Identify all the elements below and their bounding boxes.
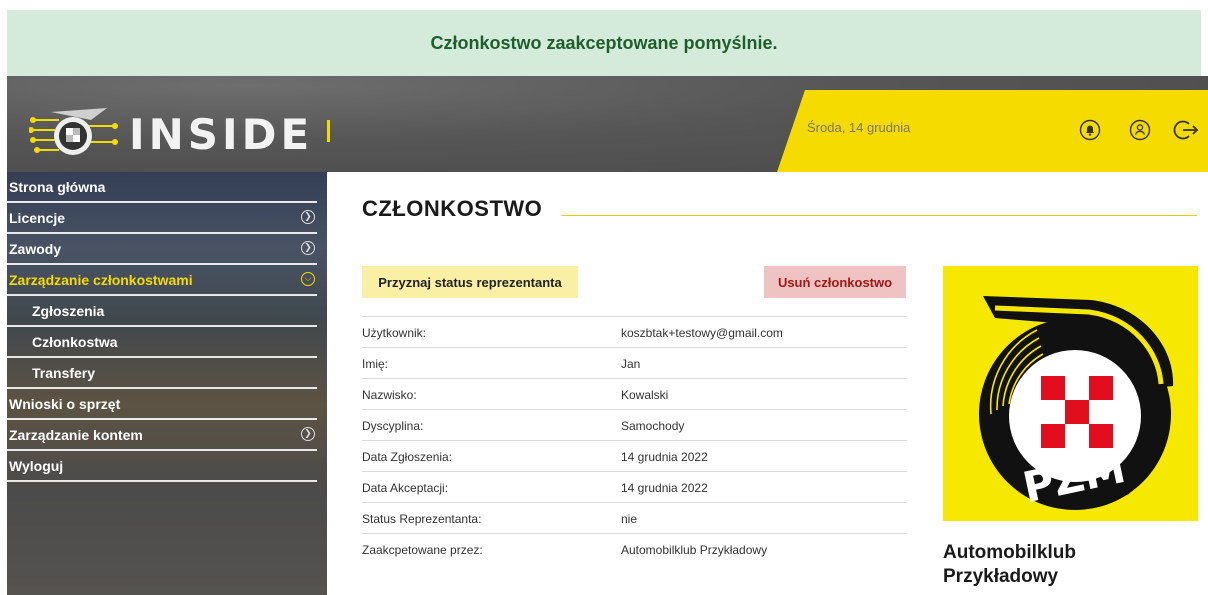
- sidebar-item-label: Wyloguj: [9, 457, 64, 474]
- sidebar-item-label: Wnioski o sprzęt: [9, 395, 121, 412]
- detail-row: Zaakcpetowane przez: Automobilklub Przykł…: [362, 533, 907, 564]
- sidebar-subitem-applications[interactable]: Zgłoszenia: [7, 296, 317, 327]
- detail-row: Data Akceptacji: 14 grudnia 2022: [362, 471, 907, 502]
- logo[interactable]: INSIDE: [29, 106, 313, 162]
- detail-row: Użytkownik: koszbtak+testowy@gmail.com: [362, 316, 907, 347]
- title-underline: [562, 215, 1197, 216]
- pzm-logo-icon: [29, 108, 118, 155]
- sidebar-subitem-memberships[interactable]: Członkostwa: [7, 327, 317, 358]
- club-name-line1: Automobilklub: [943, 542, 1076, 563]
- user-icon[interactable]: [1129, 119, 1151, 141]
- sidebar-item-label: Zgłoszenia: [32, 302, 105, 319]
- detail-row: Data Zgłoszenia: 14 grudnia 2022: [362, 440, 907, 471]
- detail-label: Imię:: [362, 357, 389, 371]
- remove-membership-button[interactable]: Usuń członkostwo: [764, 266, 906, 298]
- membership-details: Użytkownik: koszbtak+testowy@gmail.com Im…: [362, 316, 907, 564]
- detail-value: nie: [621, 512, 638, 526]
- detail-label: Status Reprezentanta:: [362, 512, 482, 526]
- page-title: CZŁONKOSTWO: [362, 196, 543, 221]
- chevron-right-icon: ❯: [301, 210, 315, 224]
- sidebar-item-label: Licencje: [9, 209, 66, 226]
- detail-row: Nazwisko: Kowalski: [362, 378, 907, 409]
- pzm-emblem-icon: PZM: [979, 296, 1174, 512]
- current-date: Środa, 14 grudnia: [807, 120, 911, 135]
- success-alert: Członkostwo zaakceptowane pomyślnie.: [7, 10, 1201, 76]
- chevron-right-icon: ❯: [301, 241, 315, 255]
- detail-value: Automobilklub Przykładowy: [621, 543, 768, 557]
- sidebar-item-home[interactable]: Strona główna: [7, 172, 317, 203]
- sidebar-menu: Strona główna Licencje ❯ Zawody ❯ Zarządza…: [7, 172, 317, 482]
- detail-label: Data Zgłoszenia:: [362, 450, 453, 464]
- logout-icon[interactable]: [1173, 119, 1199, 141]
- detail-label: Użytkownik:: [362, 326, 427, 340]
- sidebar-item-label: Strona główna: [9, 178, 106, 195]
- sidebar-item-membership-management[interactable]: Zarządzanie członkostwami ⌵: [7, 265, 317, 296]
- detail-value: Samochody: [621, 419, 685, 433]
- detail-value: Kowalski: [621, 388, 669, 402]
- detail-label: Dyscyplina:: [362, 419, 424, 433]
- sidebar-item-account-management[interactable]: Zarządzanie kontem ❯: [7, 420, 317, 451]
- logo-divider: [327, 120, 330, 142]
- header: INSIDE Środa, 14 grudnia: [7, 76, 1208, 172]
- detail-value: 14 grudnia 2022: [621, 481, 708, 495]
- detail-value: 14 grudnia 2022: [621, 450, 708, 464]
- alert-message: Członkostwo zaakceptowane pomyślnie.: [430, 32, 778, 53]
- detail-row: Status Reprezentanta: nie: [362, 502, 907, 533]
- bell-icon[interactable]: [1079, 119, 1101, 141]
- detail-label: Zaakcpetowane przez:: [362, 543, 483, 557]
- sidebar-item-label: Zarządzanie kontem: [9, 426, 143, 443]
- chevron-right-icon: ❯: [301, 427, 315, 441]
- sidebar-item-competitions[interactable]: Zawody ❯: [7, 234, 317, 265]
- detail-value: koszbtak+testowy@gmail.com: [621, 326, 783, 340]
- sidebar: Strona główna Licencje ❯ Zawody ❯ Zarządza…: [7, 172, 327, 595]
- sidebar-item-label: Zarządzanie członkostwami: [9, 271, 193, 288]
- logo-text: INSIDE: [129, 109, 314, 159]
- detail-value: Jan: [621, 357, 641, 371]
- sidebar-item-label: Członkostwa: [32, 333, 118, 350]
- detail-label: Nazwisko:: [362, 388, 417, 402]
- grant-representative-button[interactable]: Przyznaj status reprezentanta: [362, 266, 578, 298]
- sidebar-item-licenses[interactable]: Licencje ❯: [7, 203, 317, 234]
- chevron-down-icon: ⌵: [301, 272, 315, 286]
- club-name-line2: Przykładowy: [943, 566, 1059, 587]
- detail-row: Imię: Jan: [362, 347, 907, 378]
- detail-label: Data Akceptacji:: [362, 481, 449, 495]
- detail-row: Dyscyplina: Samochody: [362, 409, 907, 440]
- club-logo: PZM: [943, 266, 1198, 521]
- sidebar-item-equipment-requests[interactable]: Wnioski o sprzęt: [7, 389, 317, 420]
- sidebar-item-label: Zawody: [9, 240, 62, 257]
- sidebar-item-logout[interactable]: Wyloguj: [7, 451, 317, 482]
- club-name: Automobilklub Przykładowy: [943, 541, 1203, 589]
- sidebar-subitem-transfers[interactable]: Transfery: [7, 358, 317, 389]
- sidebar-item-label: Transfery: [32, 364, 96, 381]
